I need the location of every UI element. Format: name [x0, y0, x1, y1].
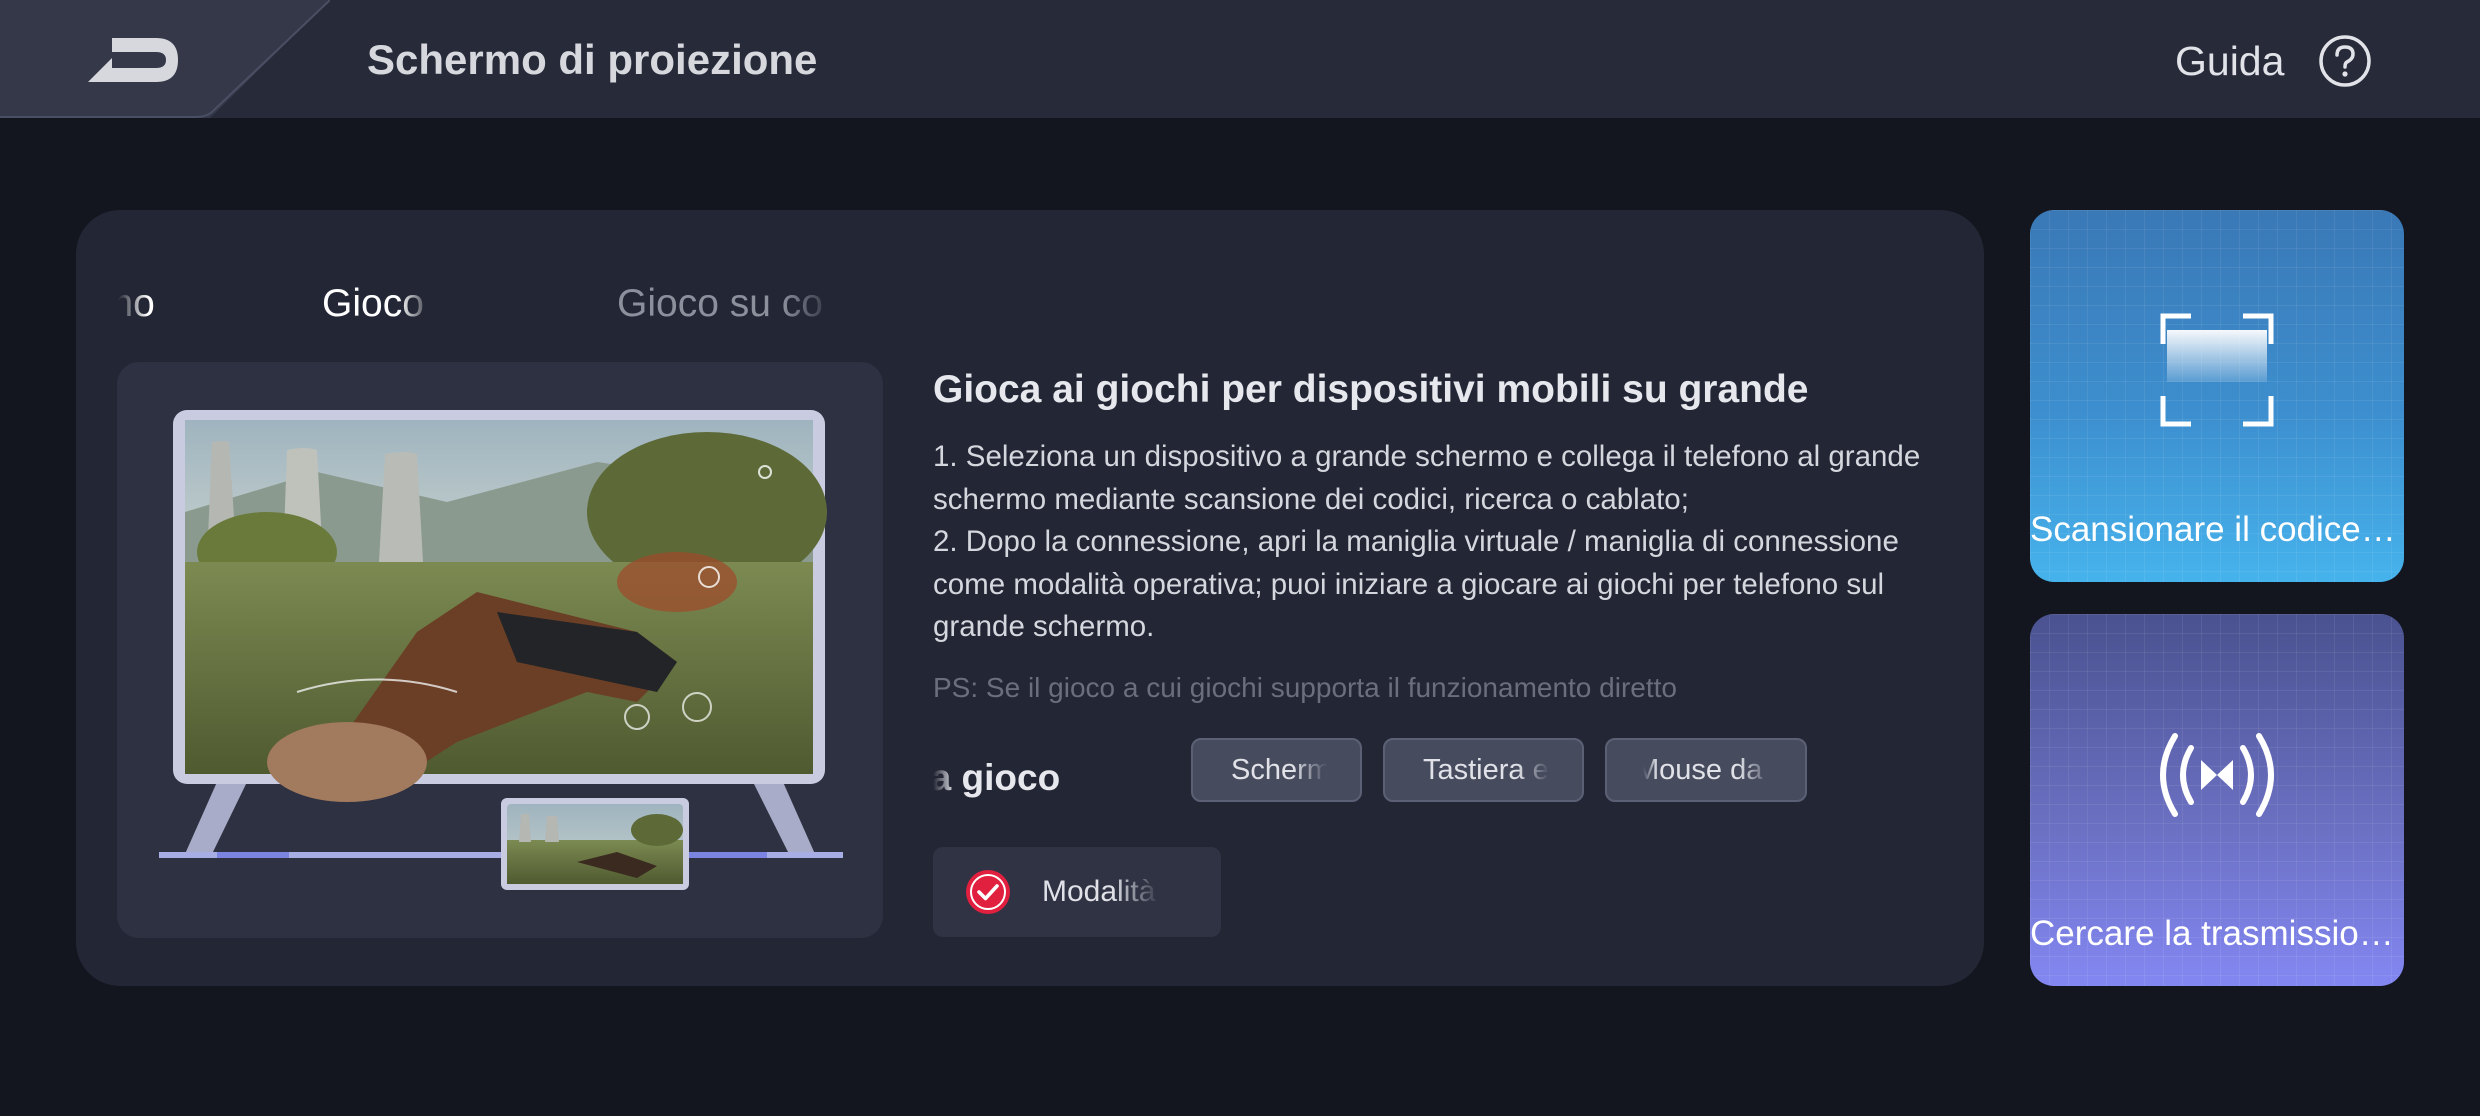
tab-screen-mirroring[interactable]: ermo	[118, 276, 308, 332]
scan-code-label: Scansionare il codice…	[2030, 510, 2396, 549]
scan-frame-icon	[2160, 313, 2274, 427]
gaming-illustration	[117, 362, 883, 938]
main-panel: ermo Gioco Gioco su co	[76, 210, 1984, 986]
tab-computer-gaming[interactable]: Gioco su co	[617, 276, 837, 332]
back-arrow-icon[interactable]	[82, 34, 182, 86]
tv-game-illustration	[159, 410, 843, 890]
instruction-step-1: 1. Seleziona un dispositivo a grande sch…	[933, 440, 1921, 516]
tab-big-screen-gaming[interactable]: Gioco	[322, 276, 432, 332]
check-circle-icon	[966, 870, 1010, 914]
chip-keyboard[interactable]: Tastiera e	[1383, 738, 1584, 802]
mode-checkbox[interactable]: Modalità	[933, 847, 1221, 937]
page-title: Schermo di proiezione	[367, 36, 818, 83]
ps-note: PS: Se il gioco a cui giochi supporta il…	[933, 672, 1677, 703]
search-cast-card[interactable]: Cercare la trasmissio…	[2030, 614, 2404, 986]
broadcast-waves-icon	[2160, 733, 2274, 817]
mode-section-label: Controller da gioco	[933, 757, 1061, 798]
instructions: 1. Seleziona un dispositivo a grande sch…	[933, 436, 1943, 649]
instruction-step-2: 2. Dopo la connessione, apri la maniglia…	[933, 525, 1899, 643]
mode-checkbox-label: Modalità	[1042, 875, 1156, 908]
question-circle-icon[interactable]	[2318, 34, 2372, 88]
scan-code-card[interactable]: Scansionare il codice…	[2030, 210, 2404, 582]
help-label[interactable]: Guida	[2175, 38, 2284, 85]
chip-mouse[interactable]: Mouse da	[1605, 738, 1807, 802]
search-cast-label: Cercare la trasmissio…	[2030, 914, 2394, 953]
content-title: Gioca ai giochi per dispositivi mobili s…	[933, 368, 1809, 411]
chip-screen[interactable]: Schermo	[1191, 738, 1362, 802]
top-bar: Schermo di proiezione Guida	[0, 0, 2480, 118]
